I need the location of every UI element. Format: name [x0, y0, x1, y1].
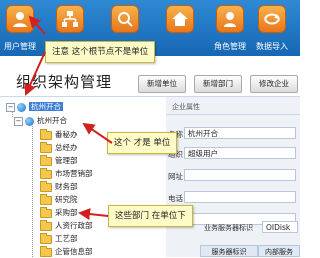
- arrow-to-root-node: [24, 51, 46, 96]
- arrow-to-departments: [78, 208, 109, 221]
- arrow-to-nav-icon: [28, 15, 46, 35]
- annotation-arrows: [24, 15, 113, 221]
- arrow-to-unit-node: [82, 122, 113, 144]
